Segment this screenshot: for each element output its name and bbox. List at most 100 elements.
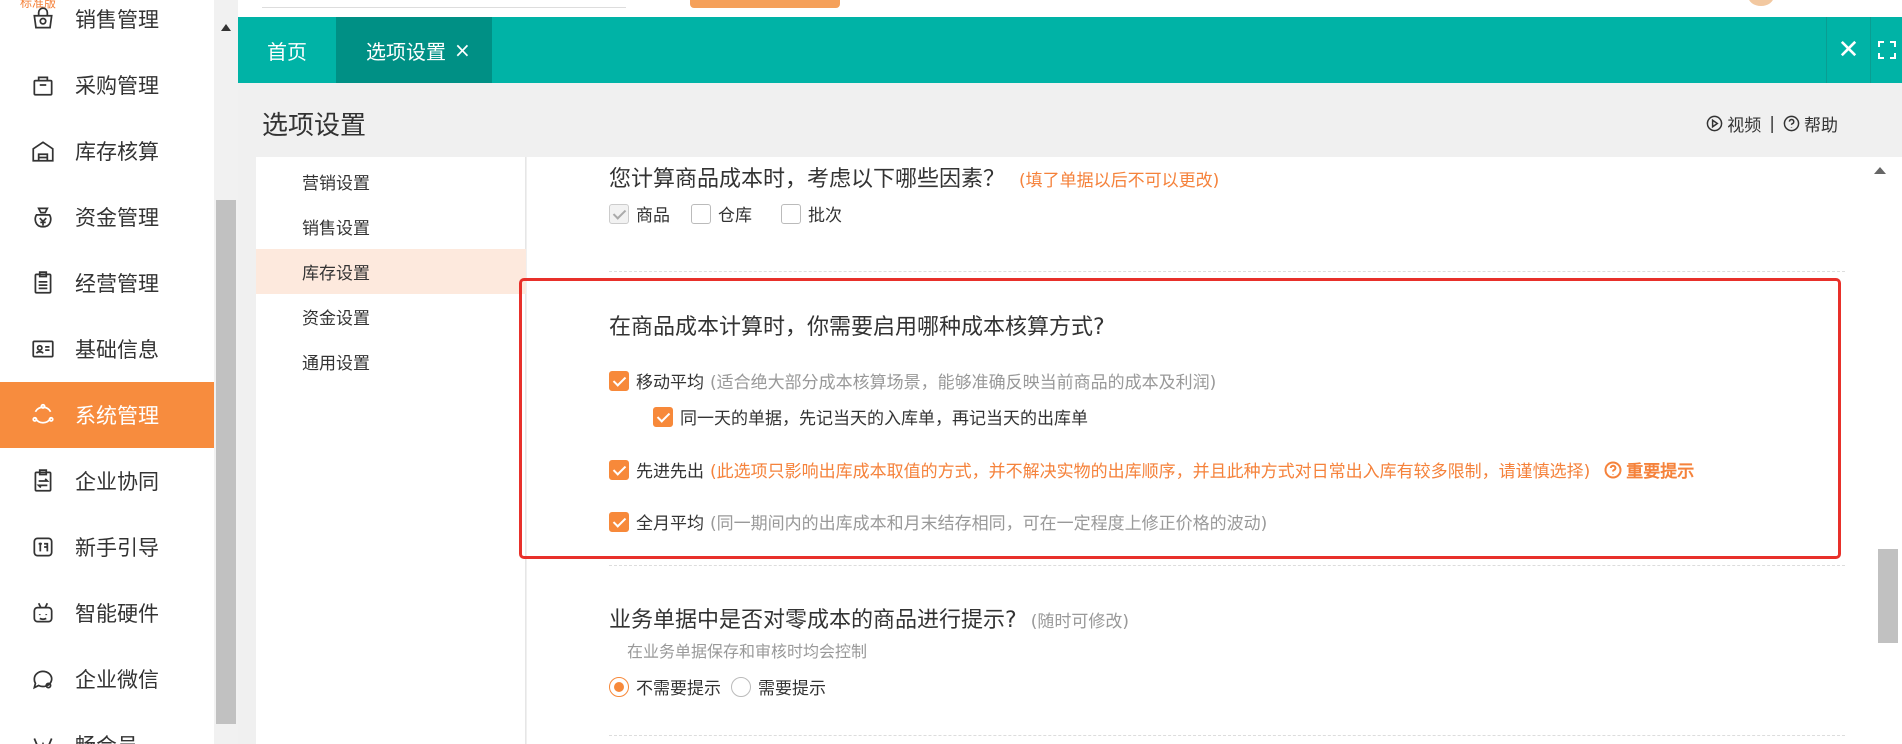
tab-options-label: 选项设置 xyxy=(366,39,446,64)
checkbox-moving-average[interactable] xyxy=(609,370,629,391)
checkbox-same-day-order[interactable] xyxy=(653,406,673,427)
sidebar-item-funds[interactable]: 资金管理 xyxy=(0,184,214,250)
top-strip xyxy=(238,0,1902,17)
fullscreen-icon[interactable] xyxy=(1870,17,1902,83)
sales-icon xyxy=(30,6,56,32)
sidebar-scroll-thumb[interactable] xyxy=(216,200,236,724)
settings-panel: 您计算商品成本时，考虑以下哪些因素？ (填了单据以后不可以更改) 商品 仓库 批次… xyxy=(527,157,1864,744)
bag-icon xyxy=(30,72,56,98)
scroll-up-arrow-icon[interactable] xyxy=(221,24,231,31)
sidebar-item-label: 采购管理 xyxy=(75,74,159,98)
tab-home-label: 首页 xyxy=(267,39,307,64)
menu-item-sales[interactable]: 销售设置 xyxy=(256,204,526,249)
content-area: 营销设置 销售设置 库存设置 资金设置 通用设置 您计算商品成本时，考虑以下哪些… xyxy=(238,157,1902,744)
question-cost-factors: 您计算商品成本时，考虑以下哪些因素？ (填了单据以后不可以更改) xyxy=(609,161,1219,193)
help-link[interactable]: 帮助 xyxy=(1783,111,1838,136)
question-zero-cost-prompt: 业务单据中是否对零成本的商品进行提示? (随时可修改) xyxy=(609,602,1129,634)
page-title: 选项设置 xyxy=(262,111,367,141)
option-label: 同一天的单据，先记当天的入库单，再记当天的出库单 xyxy=(680,409,1088,429)
sidebar-item-collaboration[interactable]: 企业协同 xyxy=(0,448,214,514)
warehouse-icon xyxy=(30,138,56,164)
sidebar-scrollbar[interactable] xyxy=(214,0,238,744)
sidebar-item-label: 智能硬件 xyxy=(75,602,159,626)
sidebar-item-system[interactable]: 系统管理 xyxy=(0,382,214,448)
search-input-edge[interactable] xyxy=(262,0,626,8)
robot-icon xyxy=(30,600,56,626)
menu-item-funds[interactable]: 资金设置 xyxy=(256,294,526,339)
sidebar-item-basic-info[interactable]: 基础信息 xyxy=(0,316,214,382)
vip-icon xyxy=(30,732,56,744)
radio-no-prompt[interactable] xyxy=(609,676,629,697)
option-label: 批次 xyxy=(808,206,842,226)
panel-scroll-thumb[interactable] xyxy=(1878,549,1898,643)
question-title: 在商品成本计算时，你需要启用哪种成本核算方式? xyxy=(609,315,1105,340)
option-no-prompt[interactable]: 不需要提示 xyxy=(609,674,721,699)
sidebar: 标准版 销售管理 采购管理 库存核算 资金管理 经营管理 基础信息 系统管理 企… xyxy=(0,0,214,744)
option-description: (此选项只影响出库成本取值的方式，并不解决实物的出库顺序，并且此种方式对日常出入… xyxy=(710,462,1591,482)
help-icon xyxy=(1604,461,1622,478)
header-actions: 视频 | 帮助 xyxy=(1706,111,1838,136)
option-same-day-order[interactable]: 同一天的单据，先记当天的入库单，再记当天的出库单 xyxy=(653,404,1088,429)
sidebar-item-label: 销售管理 xyxy=(75,8,159,32)
option-monthly-average[interactable]: 全月平均 (同一期间内的出库成本和月末结存相同，可在一定程度上修正价格的波动) xyxy=(609,509,1267,534)
close-all-tabs-button[interactable]: ✕ xyxy=(1826,17,1870,83)
checkbox-warehouse[interactable] xyxy=(691,203,711,224)
checkbox-product[interactable] xyxy=(609,203,629,224)
menu-item-general[interactable]: 通用设置 xyxy=(256,339,526,384)
question-title: 业务单据中是否对零成本的商品进行提示? xyxy=(609,608,1017,633)
close-icon[interactable]: × xyxy=(454,38,471,62)
sidebar-item-guide[interactable]: 新手引导 xyxy=(0,514,214,580)
checkbox-fifo[interactable] xyxy=(609,459,629,480)
option-label: 仓库 xyxy=(718,206,752,226)
sidebar-item-wecom[interactable]: 企业微信 xyxy=(0,646,214,712)
question-sub-note: 在业务单据保存和审核时均会控制 xyxy=(627,642,868,661)
sidebar-item-vip[interactable]: 畅会员 xyxy=(0,712,214,744)
play-icon xyxy=(1706,115,1723,132)
option-warehouse[interactable]: 仓库 xyxy=(691,201,752,226)
sidebar-item-purchase[interactable]: 采购管理 xyxy=(0,52,214,118)
menu-item-marketing[interactable]: 营销设置 xyxy=(256,159,526,204)
option-fifo[interactable]: 先进先出 (此选项只影响出库成本取值的方式，并不解决实物的出库顺序，并且此种方式… xyxy=(609,457,1694,482)
money-icon xyxy=(30,204,56,230)
option-label: 需要提示 xyxy=(758,679,826,699)
divider xyxy=(609,271,1845,272)
help-icon xyxy=(1783,115,1800,132)
menu-item-inventory[interactable]: 库存设置 xyxy=(256,249,526,294)
option-batch[interactable]: 批次 xyxy=(781,201,842,226)
panel-scrollbar[interactable] xyxy=(1864,157,1902,744)
option-moving-average[interactable]: 移动平均 (适合绝大部分成本核算场景，能够准确反映当前商品的成本及利润) xyxy=(609,368,1216,393)
id-card-icon xyxy=(30,336,56,362)
option-description: (同一期间内的出库成本和月末结存相同，可在一定程度上修正价格的波动) xyxy=(710,514,1268,534)
radio-need-prompt[interactable] xyxy=(731,676,751,697)
sync-icon xyxy=(30,468,56,494)
sidebar-item-label: 畅会员 xyxy=(75,730,138,744)
scroll-up-arrow-icon[interactable] xyxy=(1874,167,1886,174)
tip-label: 重要提示 xyxy=(1626,462,1695,482)
checkbox-batch[interactable] xyxy=(781,203,801,224)
checkbox-monthly-average[interactable] xyxy=(609,511,629,532)
sidebar-item-label: 基础信息 xyxy=(75,338,159,362)
option-label: 移动平均 xyxy=(636,373,704,393)
sidebar-item-label: 资金管理 xyxy=(75,206,159,230)
tab-options[interactable]: 选项设置 × xyxy=(336,17,492,83)
divider xyxy=(609,565,1845,566)
option-description: (适合绝大部分成本核算场景，能够准确反映当前商品的成本及利润) xyxy=(710,373,1217,393)
important-tip-link[interactable]: 重要提示 xyxy=(1604,457,1694,482)
sidebar-item-label: 系统管理 xyxy=(75,404,159,428)
option-product[interactable]: 商品 xyxy=(609,201,670,226)
sidebar-item-sales[interactable]: 销售管理 xyxy=(0,0,214,52)
avatar[interactable] xyxy=(1748,0,1774,6)
sidebar-item-label: 新手引导 xyxy=(75,536,159,560)
help-label: 帮助 xyxy=(1804,116,1838,136)
question-title: 您计算商品成本时，考虑以下哪些因素？ xyxy=(609,167,1006,192)
option-need-prompt[interactable]: 需要提示 xyxy=(731,674,826,699)
sidebar-item-operations[interactable]: 经营管理 xyxy=(0,250,214,316)
top-action-button[interactable] xyxy=(690,0,840,8)
sidebar-item-label: 库存核算 xyxy=(75,140,159,164)
new-icon xyxy=(30,534,56,560)
sidebar-item-hardware[interactable]: 智能硬件 xyxy=(0,580,214,646)
sidebar-item-label: 经营管理 xyxy=(75,272,159,296)
video-link[interactable]: 视频 xyxy=(1706,111,1761,136)
tab-home[interactable]: 首页 xyxy=(238,17,336,83)
sidebar-item-inventory[interactable]: 库存核算 xyxy=(0,118,214,184)
